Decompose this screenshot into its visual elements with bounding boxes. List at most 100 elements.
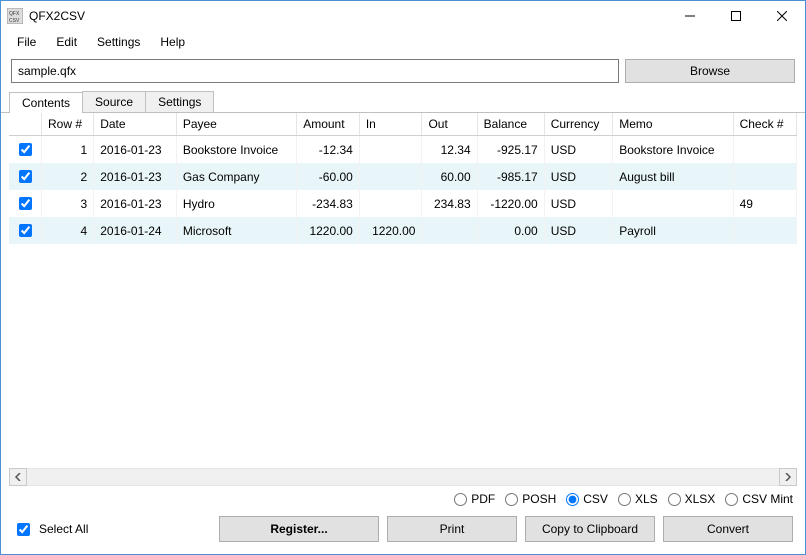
scroll-right-button[interactable] bbox=[779, 468, 797, 486]
cell-check bbox=[733, 163, 796, 190]
cell-in: 1220.00 bbox=[359, 217, 422, 244]
cell-in bbox=[359, 163, 422, 190]
maximize-button[interactable] bbox=[713, 1, 759, 31]
cell-in bbox=[359, 136, 422, 164]
cell-check bbox=[733, 217, 796, 244]
col-check[interactable]: Check # bbox=[733, 113, 796, 136]
table-row[interactable]: 22016-01-23Gas Company-60.0060.00-985.17… bbox=[9, 163, 797, 190]
menu-edit[interactable]: Edit bbox=[48, 33, 85, 51]
col-date[interactable]: Date bbox=[94, 113, 177, 136]
cell-currency: USD bbox=[544, 136, 613, 164]
format-option-pdf[interactable]: PDF bbox=[454, 492, 495, 506]
maximize-icon bbox=[731, 11, 741, 21]
select-all-checkbox[interactable]: Select All bbox=[13, 520, 88, 539]
format-label: CSV bbox=[583, 492, 608, 506]
format-option-csv-mint[interactable]: CSV Mint bbox=[725, 492, 793, 506]
app-window: QFXCSV QFX2CSV File Edit Settings Help B… bbox=[0, 0, 806, 555]
cell-balance: -1220.00 bbox=[477, 190, 544, 217]
svg-text:CSV: CSV bbox=[9, 18, 20, 24]
format-label: CSV Mint bbox=[742, 492, 793, 506]
minimize-button[interactable] bbox=[667, 1, 713, 31]
col-in[interactable]: In bbox=[359, 113, 422, 136]
format-radio[interactable] bbox=[668, 493, 681, 506]
format-radio[interactable] bbox=[618, 493, 631, 506]
menu-help[interactable]: Help bbox=[152, 33, 193, 51]
tab-contents[interactable]: Contents bbox=[9, 92, 83, 113]
scroll-left-button[interactable] bbox=[9, 468, 27, 486]
transactions-table: Row # Date Payee Amount In Out Balance C… bbox=[9, 113, 797, 244]
tab-settings[interactable]: Settings bbox=[145, 91, 214, 112]
format-radio[interactable] bbox=[505, 493, 518, 506]
format-option-posh[interactable]: POSH bbox=[505, 492, 556, 506]
table-row[interactable]: 42016-01-24Microsoft1220.001220.000.00US… bbox=[9, 217, 797, 244]
cell-amount: -60.00 bbox=[297, 163, 360, 190]
row-checkbox[interactable] bbox=[19, 170, 32, 183]
format-options: PDF POSH CSV XLS XLSX CSV Mint bbox=[1, 486, 805, 508]
cell-check: 49 bbox=[733, 190, 796, 217]
cell-amount: -234.83 bbox=[297, 190, 360, 217]
file-path-input[interactable] bbox=[11, 59, 619, 83]
file-row: Browse bbox=[1, 53, 805, 89]
table-row[interactable]: 32016-01-23Hydro-234.83234.83-1220.00USD… bbox=[9, 190, 797, 217]
cell-date: 2016-01-23 bbox=[94, 136, 177, 164]
cell-row: 3 bbox=[42, 190, 94, 217]
cell-check bbox=[733, 136, 796, 164]
cell-memo: August bill bbox=[613, 163, 733, 190]
col-memo[interactable]: Memo bbox=[613, 113, 733, 136]
window-title: QFX2CSV bbox=[29, 9, 85, 23]
cell-currency: USD bbox=[544, 217, 613, 244]
cell-row: 4 bbox=[42, 217, 94, 244]
col-out[interactable]: Out bbox=[422, 113, 477, 136]
close-icon bbox=[777, 11, 787, 21]
select-all-label: Select All bbox=[39, 522, 88, 536]
convert-button[interactable]: Convert bbox=[663, 516, 793, 542]
format-option-xls[interactable]: XLS bbox=[618, 492, 658, 506]
cell-balance: -925.17 bbox=[477, 136, 544, 164]
cell-date: 2016-01-23 bbox=[94, 163, 177, 190]
cell-currency: USD bbox=[544, 190, 613, 217]
print-button[interactable]: Print bbox=[387, 516, 517, 542]
menubar: File Edit Settings Help bbox=[1, 31, 805, 53]
horizontal-scrollbar[interactable] bbox=[9, 468, 797, 486]
cell-out bbox=[422, 217, 477, 244]
cell-amount: -12.34 bbox=[297, 136, 360, 164]
col-row[interactable]: Row # bbox=[42, 113, 94, 136]
cell-row: 2 bbox=[42, 163, 94, 190]
tab-source[interactable]: Source bbox=[82, 91, 146, 112]
select-all-input[interactable] bbox=[17, 523, 30, 536]
format-radio[interactable] bbox=[566, 493, 579, 506]
col-currency[interactable]: Currency bbox=[544, 113, 613, 136]
cell-payee: Bookstore Invoice bbox=[176, 136, 296, 164]
col-payee[interactable]: Payee bbox=[176, 113, 296, 136]
register-button[interactable]: Register... bbox=[219, 516, 379, 542]
chevron-right-icon bbox=[784, 473, 792, 481]
copy-button[interactable]: Copy to Clipboard bbox=[525, 516, 655, 542]
footer-bar: Select All Register... Print Copy to Cli… bbox=[1, 508, 805, 554]
table-row[interactable]: 12016-01-23Bookstore Invoice-12.3412.34-… bbox=[9, 136, 797, 164]
cell-payee: Microsoft bbox=[176, 217, 296, 244]
cell-date: 2016-01-23 bbox=[94, 190, 177, 217]
format-label: POSH bbox=[522, 492, 556, 506]
format-label: PDF bbox=[471, 492, 495, 506]
format-radio[interactable] bbox=[454, 493, 467, 506]
close-button[interactable] bbox=[759, 1, 805, 31]
cell-out: 234.83 bbox=[422, 190, 477, 217]
row-checkbox[interactable] bbox=[19, 224, 32, 237]
scroll-track[interactable] bbox=[27, 468, 779, 486]
table-header-row: Row # Date Payee Amount In Out Balance C… bbox=[9, 113, 797, 136]
row-checkbox[interactable] bbox=[19, 143, 32, 156]
cell-row: 1 bbox=[42, 136, 94, 164]
col-balance[interactable]: Balance bbox=[477, 113, 544, 136]
format-radio[interactable] bbox=[725, 493, 738, 506]
col-amount[interactable]: Amount bbox=[297, 113, 360, 136]
row-checkbox[interactable] bbox=[19, 197, 32, 210]
col-check[interactable] bbox=[9, 113, 42, 136]
menu-settings[interactable]: Settings bbox=[89, 33, 148, 51]
format-option-xlsx[interactable]: XLSX bbox=[668, 492, 716, 506]
format-option-csv[interactable]: CSV bbox=[566, 492, 608, 506]
cell-out: 60.00 bbox=[422, 163, 477, 190]
cell-in bbox=[359, 190, 422, 217]
browse-button[interactable]: Browse bbox=[625, 59, 795, 83]
menu-file[interactable]: File bbox=[9, 33, 44, 51]
cell-payee: Gas Company bbox=[176, 163, 296, 190]
